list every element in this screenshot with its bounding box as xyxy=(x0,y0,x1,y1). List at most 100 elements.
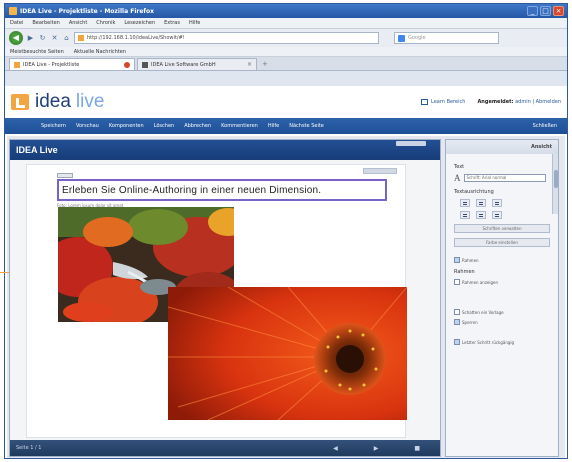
address-bar[interactable]: http://192.168.1.10/ideaLive/Showit/#! xyxy=(74,32,379,44)
scroll-thumb[interactable] xyxy=(554,170,558,188)
page-indicator: Seite 1 / 1 xyxy=(16,445,42,451)
editor-tab-handle[interactable] xyxy=(396,141,426,146)
login-label: Angemeldet: xyxy=(477,99,514,105)
stop-icon[interactable]: ✕ xyxy=(50,34,59,43)
back-button[interactable]: ◀ xyxy=(9,31,23,45)
editor-panel: IDEA Live Erleben Sie Online-Authoring i… xyxy=(9,139,441,457)
decorative-line xyxy=(0,272,9,273)
reload-icon[interactable]: ↻ xyxy=(38,34,47,43)
maximize-button[interactable]: □ xyxy=(540,6,551,16)
align-center-icon[interactable] xyxy=(476,199,486,207)
menu-datei[interactable]: Datei xyxy=(10,20,23,26)
next-slide-button[interactable]: ▶ xyxy=(374,445,379,452)
undo-checkbox[interactable]: Letzter Schritt rückgängig xyxy=(454,339,552,345)
prev-slide-button[interactable]: ◀ xyxy=(333,445,338,452)
font-label: Text xyxy=(454,164,465,170)
firefox-icon xyxy=(9,7,17,15)
tab-favicon-icon xyxy=(14,61,20,68)
brand-live: live xyxy=(75,91,105,112)
align-justify-icon[interactable] xyxy=(460,211,470,219)
align-bottom-icon[interactable] xyxy=(492,211,502,219)
learn-link[interactable]: Learn Bereich xyxy=(421,99,465,105)
url-text: http://192.168.1.10/ideaLive/Showit/#! xyxy=(87,35,185,41)
lock-checkbox[interactable]: Sperren xyxy=(454,319,552,325)
close-button[interactable]: × xyxy=(553,6,564,16)
tab-close-icon[interactable] xyxy=(124,61,130,68)
app-menu-item[interactable]: Hilfe xyxy=(268,123,279,129)
gerbera-image xyxy=(168,287,407,420)
app-menu-close[interactable]: Schließen xyxy=(533,123,567,129)
show-frame-checkbox[interactable]: Rahmen anzeigen xyxy=(454,279,552,285)
font-size-icon: A xyxy=(454,173,461,183)
google-icon xyxy=(398,34,405,42)
manage-fonts-button[interactable]: Schriften verwalten xyxy=(454,224,550,233)
bookmark-news[interactable]: Aktuelle Nachrichten xyxy=(74,49,126,55)
learn-label: Learn Bereich xyxy=(431,99,466,105)
textbox-handle[interactable] xyxy=(57,173,73,178)
tab-projektliste[interactable]: IDEA Live - Projektliste xyxy=(9,58,135,70)
browser-window: IDEA Live - Projektliste - Mozilla Firef… xyxy=(4,3,568,459)
menu-bar: Datei Bearbeiten Ansicht Chronik Lesezei… xyxy=(5,18,567,29)
app-menu-item[interactable]: Vorschau xyxy=(76,123,99,129)
editor-title: IDEA Live xyxy=(16,145,58,155)
bookmarks-bar: Meistbesuchte Seiten Aktuelle Nachrichte… xyxy=(5,47,567,57)
menu-ansicht[interactable]: Ansicht xyxy=(69,20,87,26)
web-page: idea live Learn Bereich Angemeldet: admi… xyxy=(5,86,567,458)
book-icon xyxy=(421,99,429,105)
login-user[interactable]: admin | Abmelden xyxy=(515,99,561,105)
checkbox-icon xyxy=(454,279,460,285)
app-menu-item[interactable]: Speichern xyxy=(41,123,66,129)
bookmark-most-visited[interactable]: Meistbesuchte Seiten xyxy=(10,49,64,55)
headline-textbox[interactable]: Erleben Sie Online-Authoring in einer ne… xyxy=(57,179,387,201)
menu-lesezeichen[interactable]: Lesezeichen xyxy=(124,20,155,26)
app-menu-item[interactable]: Abbrechen xyxy=(184,123,211,129)
sidebar-scrollbar[interactable] xyxy=(552,154,558,214)
menu-extras[interactable]: Extras xyxy=(164,20,180,26)
work-area: IDEA Live Erleben Sie Online-Authoring i… xyxy=(7,136,565,458)
login-status: Angemeldet: admin | Abmelden xyxy=(477,99,561,105)
menu-bearbeiten[interactable]: Bearbeiten xyxy=(32,20,59,26)
slide-page[interactable]: Erleben Sie Online-Authoring in einer ne… xyxy=(26,164,407,438)
app-menu-item[interactable]: Kommentieren xyxy=(221,123,258,129)
slide-control[interactable] xyxy=(363,168,397,174)
tab-label: IDEA Live - Projektliste xyxy=(23,61,80,68)
app-menu-item[interactable]: Löschen xyxy=(154,123,175,129)
new-tab-icon[interactable]: + xyxy=(259,60,268,70)
stop-button[interactable]: ■ xyxy=(414,445,420,452)
app-menu: Speichern Vorschau Komponenten Löschen A… xyxy=(5,118,567,134)
align-right-icon[interactable] xyxy=(492,199,502,207)
align-top-icon[interactable] xyxy=(476,211,486,219)
search-placeholder: Google xyxy=(408,35,426,41)
minimize-button[interactable]: _ xyxy=(527,6,538,16)
forward-button[interactable]: ▶ xyxy=(26,34,35,43)
idea-live-logo-icon xyxy=(11,94,29,110)
menu-chronik[interactable]: Chronik xyxy=(96,20,115,26)
checkbox-icon xyxy=(454,309,460,315)
app-menu-item[interactable]: Nächste Seite xyxy=(289,123,324,129)
gerbera-photo[interactable] xyxy=(168,287,407,420)
shadow-checkbox[interactable]: Schatten ein Vorlage xyxy=(454,309,552,315)
sidebar-header: Ansicht xyxy=(446,140,558,154)
frame-section-label: Rahmen xyxy=(454,269,475,275)
tab-favicon-icon xyxy=(142,61,148,68)
tab-label: IDEA Live Software GmbH xyxy=(151,61,216,68)
app-menu-item[interactable]: Komponenten xyxy=(109,123,144,129)
align-label: Textausrichtung xyxy=(454,189,494,195)
tab-close-icon[interactable]: × xyxy=(247,61,252,68)
editor-header: IDEA Live xyxy=(10,140,440,160)
menu-hilfe[interactable]: Hilfe xyxy=(189,20,200,26)
home-icon[interactable]: ⌂ xyxy=(62,34,71,43)
align-left-icon[interactable] xyxy=(460,199,470,207)
title-bar: IDEA Live - Projektliste - Mozilla Firef… xyxy=(5,4,567,18)
editor-footer: Seite 1 / 1 ◀ ▶ ■ xyxy=(10,440,440,456)
set-color-button[interactable]: Farbe einstellen xyxy=(454,238,550,247)
font-select[interactable]: Schrift: Arial normal xyxy=(463,174,546,182)
checkbox-icon xyxy=(454,319,460,325)
tab-software[interactable]: IDEA Live Software GmbH × xyxy=(137,58,257,70)
search-input[interactable]: Google xyxy=(394,32,499,44)
frame-checkbox[interactable]: Rahmen xyxy=(454,257,552,263)
window-title: IDEA Live - Projektliste - Mozilla Firef… xyxy=(20,7,155,15)
sidebar-title: Ansicht xyxy=(530,144,552,150)
checkbox-icon xyxy=(454,257,460,263)
app-header: idea live Learn Bereich Angemeldet: admi… xyxy=(5,86,567,118)
